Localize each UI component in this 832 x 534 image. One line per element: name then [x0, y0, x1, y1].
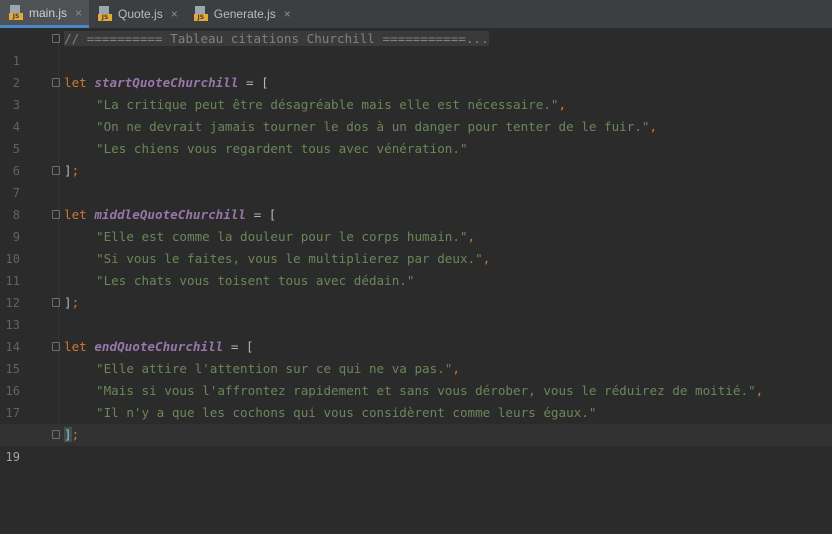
code-line[interactable]: 17 "Mais si vous l'affrontez rapidement …	[0, 380, 832, 420]
code-line-current[interactable]: 19 ];	[0, 424, 832, 464]
javascript-file-icon: JS	[98, 6, 113, 22]
string-literal: "Les chats vous toisent tous avec dédain…	[96, 273, 415, 288]
comma: ,	[467, 229, 476, 244]
bracket-close: ]	[64, 163, 72, 178]
code-line[interactable]: 6 "Les chiens vous regardent tous avec v…	[0, 138, 832, 178]
string-literal: "Mais si vous l'affrontez rapidement et …	[96, 383, 756, 398]
fold-marker-icon[interactable]	[52, 166, 60, 175]
fold-marker-icon[interactable]	[52, 298, 60, 307]
operator: =	[246, 207, 269, 222]
code-editor[interactable]: 1 // ========== Tableau citations Church…	[0, 28, 832, 464]
tab-label: Quote.js	[118, 7, 163, 21]
code-line[interactable]: 11 "Si vous le faites, vous le multiplie…	[0, 248, 832, 288]
string-literal: "La critique peut être désagréable mais …	[96, 97, 559, 112]
tab-quote-js[interactable]: JS Quote.js ×	[89, 0, 185, 28]
code-line[interactable]: 13 ];	[0, 292, 832, 332]
string-literal: "Les chiens vous regardent tous avec vén…	[96, 141, 468, 156]
code-line[interactable]: 5 "On ne devrait jamais tourner le dos à…	[0, 116, 832, 156]
bracket-open: [	[246, 339, 254, 354]
keyword: let	[64, 339, 95, 354]
code-line[interactable]: 15 let endQuoteChurchill = [	[0, 336, 832, 376]
code-comment: // ========== Tableau citations Churchil…	[64, 31, 489, 46]
editor-tab-bar: JS main.js × JS Quote.js × JS Generate.j…	[0, 0, 832, 29]
semicolon: ;	[71, 295, 80, 310]
keyword: let	[64, 75, 95, 90]
operator: =	[223, 339, 246, 354]
tab-generate-js[interactable]: JS Generate.js ×	[185, 0, 298, 28]
code-line[interactable]: 18 "Il n'y a que les cochons qui vous co…	[0, 402, 832, 442]
line-number: 19	[5, 450, 20, 464]
bracket-close: ]	[64, 295, 72, 310]
code-line[interactable]: 3 let startQuoteChurchill = [	[0, 72, 832, 112]
bracket-close: ]	[64, 427, 72, 442]
variable-name: endQuoteChurchill	[94, 339, 224, 354]
code-line[interactable]: 14	[0, 314, 832, 354]
string-literal: "On ne devrait jamais tourner le dos à u…	[96, 119, 650, 134]
fold-marker-icon[interactable]	[52, 210, 60, 219]
comma: ,	[649, 119, 658, 134]
javascript-file-icon: JS	[9, 4, 23, 21]
tab-main-js[interactable]: JS main.js ×	[0, 0, 90, 28]
close-icon[interactable]: ×	[75, 6, 82, 20]
string-literal: "Elle attire l'attention sur ce qui ne v…	[96, 361, 453, 376]
variable-name: middleQuoteChurchill	[94, 207, 246, 222]
fold-marker-icon[interactable]	[52, 34, 60, 43]
tab-label: main.js	[29, 5, 68, 20]
code-line[interactable]: 1 // ========== Tableau citations Church…	[0, 28, 832, 68]
semicolon: ;	[71, 163, 80, 178]
bracket-open: [	[261, 75, 269, 90]
code-line[interactable]: 10 "Elle est comme la douleur pour le co…	[0, 226, 832, 266]
semicolon: ;	[71, 427, 80, 442]
code-line[interactable]: 2	[0, 50, 832, 90]
fold-marker-icon[interactable]	[52, 342, 60, 351]
code-line[interactable]: 12 "Les chats vous toisent tous avec déd…	[0, 270, 832, 310]
close-icon[interactable]: ×	[284, 7, 291, 21]
operator: =	[238, 75, 262, 90]
code-line[interactable]: 4 "La critique peut être désagréable mai…	[0, 94, 832, 134]
code-line[interactable]: 7 ];	[0, 160, 832, 200]
tab-label: Generate.js	[213, 7, 276, 21]
code-line[interactable]: 16 "Elle attire l'attention sur ce qui n…	[0, 358, 832, 398]
close-icon[interactable]: ×	[171, 7, 178, 21]
javascript-file-icon: JS	[193, 6, 208, 22]
string-literal: "Elle est comme la douleur pour le corps…	[96, 229, 468, 244]
comma: ,	[755, 383, 764, 398]
string-literal: "Si vous le faites, vous le multiplierez…	[96, 251, 483, 266]
fold-marker-icon[interactable]	[52, 78, 60, 87]
comma: ,	[482, 251, 491, 266]
variable-name: startQuoteChurchill	[94, 75, 239, 90]
bracket-open: [	[268, 207, 277, 222]
comma: ,	[558, 97, 567, 112]
string-literal: "Il n'y a que les cochons qui vous consi…	[96, 405, 597, 420]
comma: ,	[452, 361, 460, 376]
code-line[interactable]: 8	[0, 182, 832, 222]
keyword: let	[64, 207, 95, 222]
code-line[interactable]: 9 let middleQuoteChurchill = [	[0, 204, 832, 244]
